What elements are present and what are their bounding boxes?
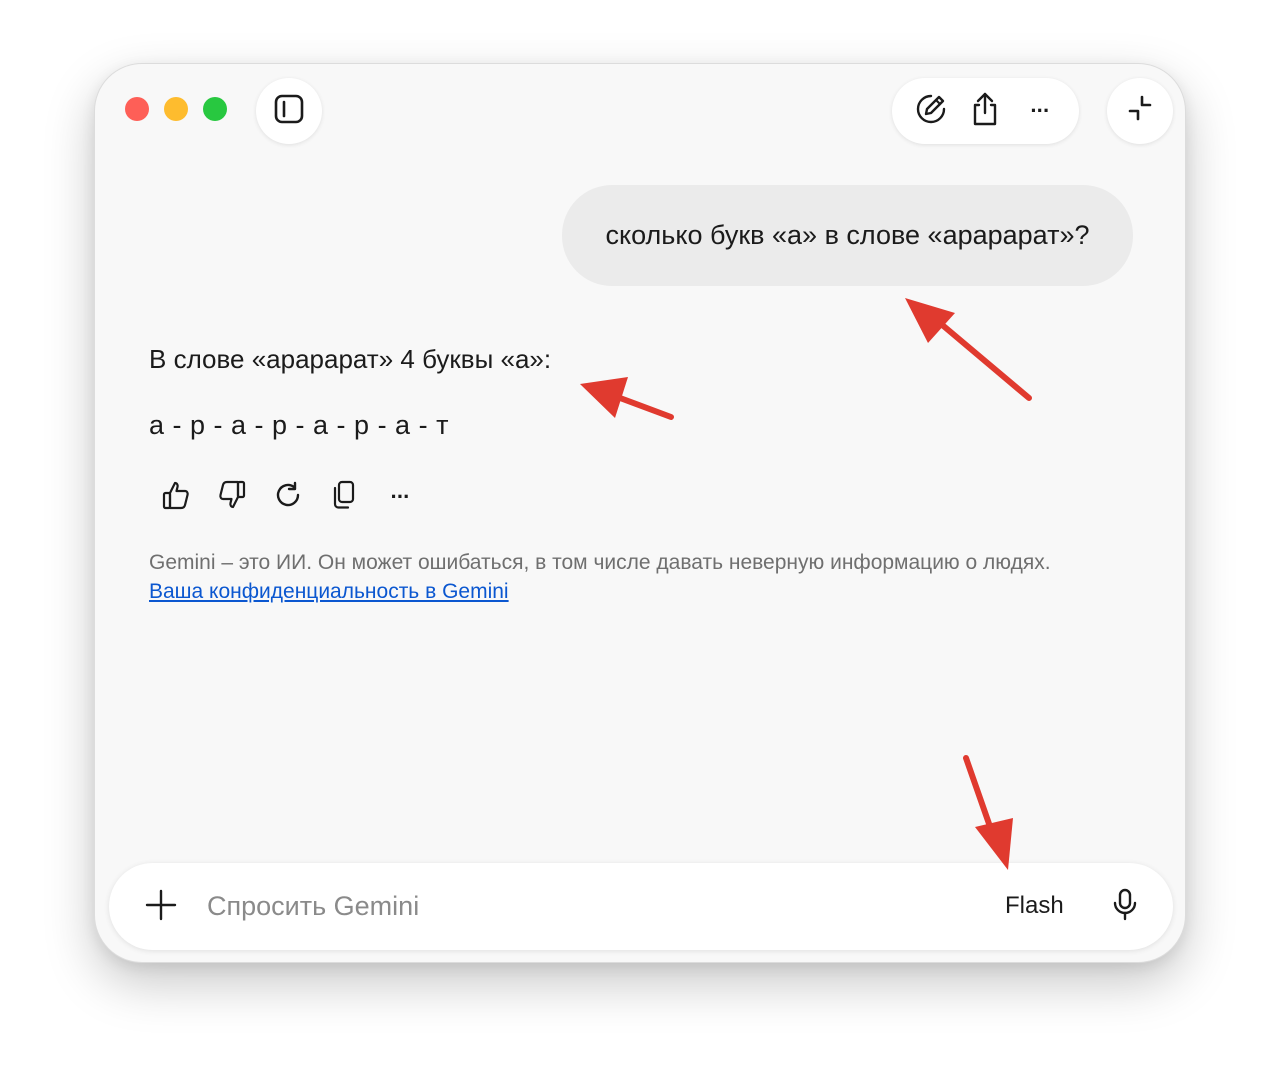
user-message-bubble: сколько букв «а» в слове «арарарат»?	[562, 185, 1133, 286]
copy-icon	[331, 480, 357, 515]
microphone-button[interactable]	[1105, 887, 1145, 927]
response-actions: ···	[155, 477, 421, 517]
thumbs-up-button[interactable]	[155, 477, 197, 517]
answer-sequence: а - р - а - р - а - р - а - т	[149, 410, 449, 440]
thumbs-down-button[interactable]	[211, 477, 253, 517]
edit-pencil-icon	[914, 92, 948, 131]
share-icon	[969, 91, 1001, 132]
collapse-icon	[1125, 94, 1155, 129]
add-attachment-button[interactable]	[141, 887, 181, 927]
regenerate-icon	[274, 481, 302, 514]
plus-icon	[145, 889, 177, 926]
copy-button[interactable]	[323, 477, 365, 517]
regenerate-button[interactable]	[267, 477, 309, 517]
new-chat-button[interactable]	[911, 91, 951, 131]
window-controls	[125, 97, 227, 121]
prompt-input[interactable]	[207, 883, 907, 929]
disclaimer: Gemini – это ИИ. Он может ошибаться, в т…	[149, 548, 1149, 606]
top-toolbar: ···	[892, 78, 1079, 144]
disclaimer-text: Gemini – это ИИ. Он может ошибаться, в т…	[149, 551, 1051, 574]
app-window: ··· сколько букв «а» в слове «арарарат»?…	[94, 63, 1186, 963]
more-icon: ···	[390, 484, 411, 509]
response-more-button[interactable]: ···	[379, 477, 421, 517]
close-window-button[interactable]	[125, 97, 149, 121]
sidebar-toggle-button[interactable]	[256, 78, 322, 144]
more-options-button[interactable]: ···	[1020, 91, 1060, 131]
prompt-bar: Flash	[109, 863, 1173, 950]
model-selector-button[interactable]: Flash	[1005, 889, 1064, 923]
microphone-icon	[1112, 888, 1138, 927]
collapse-window-button[interactable]	[1107, 78, 1173, 144]
thumbs-down-icon	[218, 480, 246, 515]
minimize-window-button[interactable]	[164, 97, 188, 121]
share-button[interactable]	[965, 91, 1005, 131]
privacy-link[interactable]: Ваша конфиденциальность в Gemini	[149, 577, 509, 606]
thumbs-up-icon	[162, 480, 190, 515]
sidebar-toggle-icon	[274, 94, 304, 129]
more-icon: ···	[1030, 98, 1050, 123]
user-message-text: сколько букв «а» в слове «арарарат»?	[605, 220, 1090, 250]
zoom-window-button[interactable]	[203, 97, 227, 121]
answer-title: В слове «арарарат» 4 буквы «а»:	[149, 344, 552, 374]
